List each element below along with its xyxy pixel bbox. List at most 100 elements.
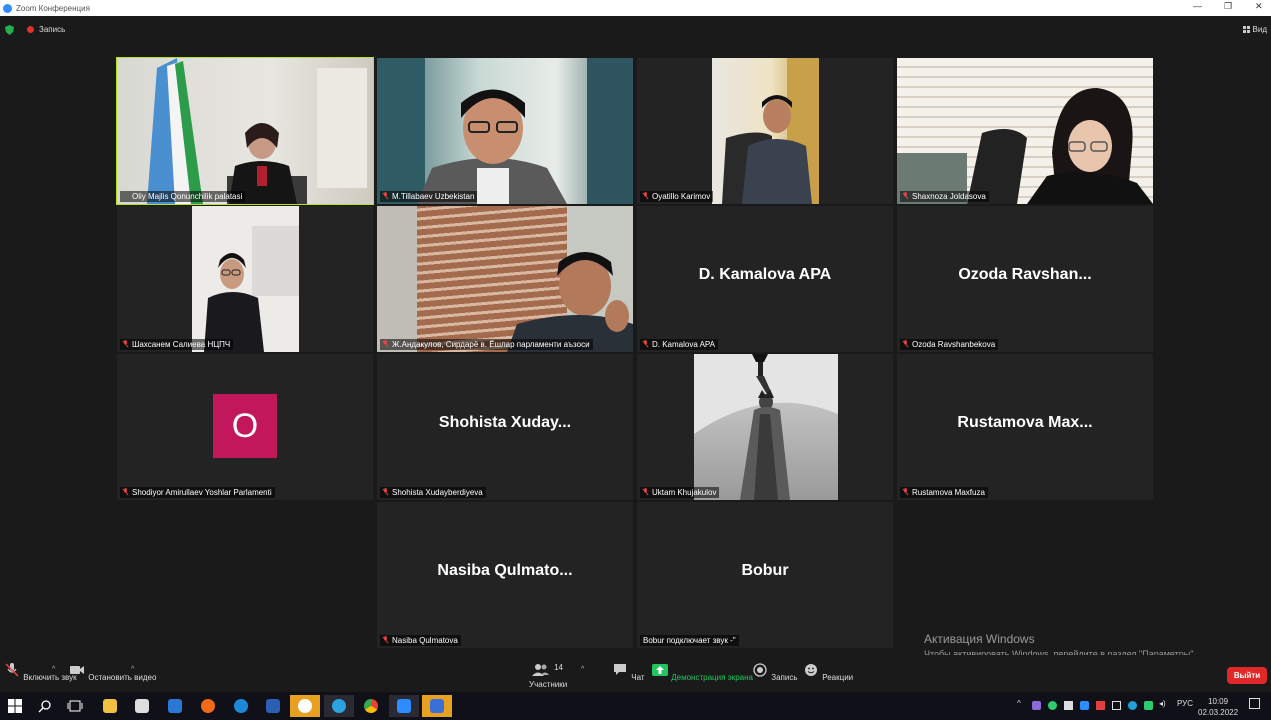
tray-app-icon[interactable] <box>1128 701 1137 710</box>
record-icon <box>753 663 767 677</box>
video-camera-icon <box>70 666 84 674</box>
chat-label: Чат <box>631 673 645 682</box>
taskbar-app-firefox[interactable] <box>193 695 223 717</box>
man-blinds-video-scene <box>377 206 633 352</box>
yandex-icon <box>298 699 312 713</box>
participant-display-name: Nasiba Qulmato... <box>437 562 573 579</box>
view-button[interactable]: Вид <box>1242 25 1267 34</box>
unmute-button[interactable]: Включить звук <box>3 663 77 682</box>
tray-zoom-icon[interactable] <box>1080 701 1089 710</box>
tray-device-icon[interactable] <box>1112 701 1121 710</box>
participant-tile[interactable]: Ozoda Ravshan... Ozoda Ravshanbekova <box>897 206 1153 352</box>
participants-count: 14 <box>554 663 564 672</box>
firefox-icon <box>201 699 215 713</box>
audio-options-caret[interactable]: ^ <box>52 666 55 673</box>
taskbar-search-button[interactable] <box>30 695 60 717</box>
activation-title: Активация Windows <box>924 632 1035 646</box>
video-feed <box>192 206 299 352</box>
man-glasses-video-scene <box>377 58 633 204</box>
stop-video-button[interactable]: Остановить видео <box>68 663 156 682</box>
volume-icon[interactable]: ◂) <box>1159 699 1166 708</box>
participant-name: D. Kamalova APA <box>652 340 715 349</box>
taskbar-app-store[interactable] <box>127 695 157 717</box>
muted-mic-icon <box>902 192 909 200</box>
participant-name: Bobur подключает звук -" <box>643 636 736 645</box>
reactions-button[interactable]: Реакции <box>802 663 853 682</box>
start-button[interactable] <box>0 695 30 717</box>
close-button[interactable]: ✕ <box>1255 1 1263 12</box>
edge-icon <box>234 699 248 713</box>
avatar: O <box>213 394 277 458</box>
reactions-label: Реакции <box>822 673 854 682</box>
leave-button[interactable]: Выйти <box>1227 667 1267 684</box>
taskbar-app-mail[interactable] <box>160 695 190 717</box>
participant-name: Uktam Khujakulov <box>652 488 717 497</box>
tray-shield-icon[interactable] <box>1032 701 1041 710</box>
minimize-button[interactable]: — <box>1193 1 1202 11</box>
share-screen-button[interactable]: Демонстрация экрана <box>651 663 753 682</box>
word-icon <box>266 699 280 713</box>
taskbar-app-word[interactable] <box>258 695 288 717</box>
participant-tile[interactable]: Bobur Bobur подключает звук -" <box>637 502 893 648</box>
participant-name-tag: Oyatillo Karimov <box>640 191 714 202</box>
tray-security-icon[interactable] <box>1144 701 1153 710</box>
chat-button[interactable]: Чат <box>611 663 645 682</box>
participant-name: Ж.Андакулов, Сирдарё в. Ёшлар парламенти… <box>392 340 590 349</box>
taskbar-app-telegram[interactable] <box>324 695 354 717</box>
tray-app-icon[interactable] <box>1064 701 1073 710</box>
participant-tile[interactable]: Shaxnoza Joldasova <box>897 58 1153 204</box>
muted-mic-icon <box>902 340 909 348</box>
participants-icon-group: 14 <box>530 663 566 677</box>
taskbar-app-zoom[interactable] <box>389 695 419 717</box>
chat-icon <box>614 664 626 675</box>
participant-name-tag: Ozoda Ravshanbekova <box>900 339 999 350</box>
taskbar-clock[interactable]: 10:09 02.03.2022 <box>1198 696 1238 718</box>
participants-options-caret[interactable]: ^ <box>581 666 584 673</box>
participant-tile[interactable]: Шахсанем Салиева НЦПЧ <box>117 206 373 352</box>
participant-name-tag: Oliy Majlis Qonunchilik palatasi <box>120 191 246 202</box>
participant-display-name: Ozoda Ravshan... <box>958 266 1092 283</box>
participant-display-name: Bobur <box>741 562 789 579</box>
participant-tile[interactable]: M.Tillabaev Uzbekistan <box>377 58 633 204</box>
tray-app-icon[interactable] <box>1048 701 1057 710</box>
taskbar-app-edge[interactable] <box>226 695 256 717</box>
notifications-icon[interactable] <box>1249 698 1260 709</box>
participant-tile[interactable]: Shohista Xuday... Shohista Xudayberdiyev… <box>377 354 633 500</box>
meeting-toolbar: Включить звук ^ Остановить видео ^ 14 Уч… <box>0 655 1271 692</box>
security-shield-icon[interactable] <box>5 25 14 35</box>
meeting-topbar: Запись Вид <box>0 16 1271 44</box>
video-options-caret[interactable]: ^ <box>131 666 134 673</box>
taskbar-app-yandex[interactable] <box>290 695 320 717</box>
participant-name: M.Tillabaev Uzbekistan <box>392 192 475 201</box>
participant-tile[interactable]: Nasiba Qulmato... Nasiba Qulmatova <box>377 502 633 648</box>
muted-mic-icon <box>382 488 389 496</box>
taskbar-app-chrome[interactable] <box>356 695 386 717</box>
tray-expand-caret[interactable]: ^ <box>1017 699 1021 708</box>
participant-name: Rustamova Maxfuza <box>912 488 985 497</box>
muted-mic-icon <box>902 488 909 496</box>
record-button[interactable]: Запись <box>751 663 797 682</box>
language-indicator[interactable]: РУС <box>1177 699 1193 708</box>
participant-tile[interactable]: Rustamova Max... Rustamova Maxfuza <box>897 354 1153 500</box>
video-feed <box>117 58 373 204</box>
participant-tile[interactable]: Oliy Majlis Qonunchilik palatasi <box>116 57 374 205</box>
participants-button[interactable]: 14 Участники <box>529 663 567 689</box>
participant-tile[interactable]: Uktam Khujakulov <box>637 354 893 500</box>
participant-tile[interactable]: Ж.Андакулов, Сирдарё в. Ёшлар парламенти… <box>377 206 633 352</box>
task-view-button[interactable] <box>60 695 90 717</box>
tray-app-icon[interactable] <box>1096 701 1105 710</box>
maximize-button[interactable]: ❐ <box>1224 1 1232 12</box>
share-screen-label: Демонстрация экрана <box>671 673 753 682</box>
taskbar-app-file-explorer[interactable] <box>95 695 125 717</box>
taskbar-app-pinned[interactable] <box>422 695 452 717</box>
man-desk-video-scene <box>722 58 819 204</box>
participant-name-tag: D. Kamalova APA <box>640 339 718 350</box>
participant-tile[interactable]: Oyatillo Karimov <box>637 58 893 204</box>
participant-tile[interactable]: D. Kamalova APA D. Kamalova APA <box>637 206 893 352</box>
participant-name: Shohista Xudayberdiyeva <box>392 488 483 497</box>
video-feed <box>694 354 838 500</box>
statue-of-liberty-image <box>694 354 838 500</box>
clock-date: 02.03.2022 <box>1198 708 1239 717</box>
muted-mic-icon <box>642 340 649 348</box>
participant-tile[interactable]: O Shodiyor Amirullaev Yoshlar Parlamenti <box>117 354 373 500</box>
